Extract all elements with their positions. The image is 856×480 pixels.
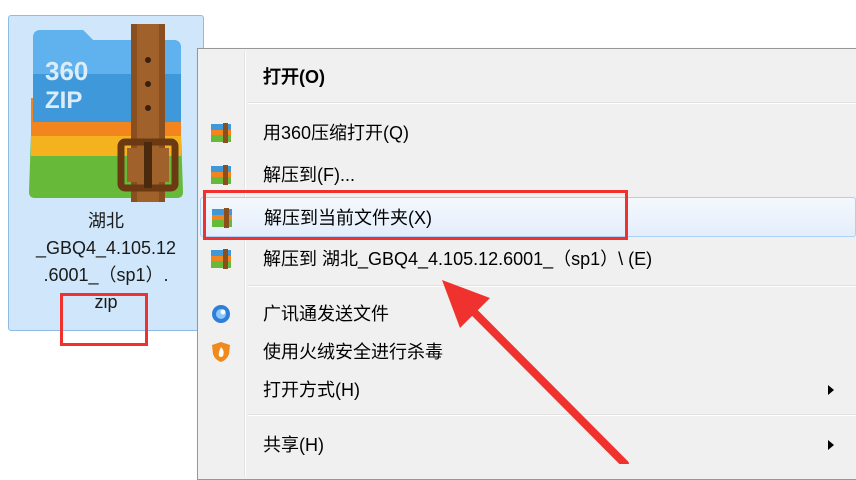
menu-separator	[248, 102, 856, 104]
red-arrow-annotation	[442, 280, 629, 464]
360zip-archive-icon	[211, 123, 231, 143]
svg-text:360: 360	[45, 56, 88, 86]
extension-annotation-box	[60, 293, 148, 346]
menu-item-label: 解压到(F)...	[263, 165, 355, 185]
menu-item-label: 打开方式(H)	[263, 380, 360, 400]
360zip-archive-icon	[211, 165, 231, 185]
extract-here-annotation-box	[203, 190, 628, 240]
guangxuntong-icon	[212, 305, 230, 323]
menu-item-label: 共享(H)	[263, 435, 324, 455]
menu-item-label: 用360压缩打开(Q)	[263, 123, 410, 143]
submenu-arrow-icon	[828, 440, 834, 450]
menu-item-label: 打开(O)	[263, 67, 325, 87]
menu-item-open[interactable]: 打开(O)	[200, 57, 856, 97]
zip-file-item[interactable]: 360 ZIP 湖北 _GBQ4_4.105.12 .6001_（sp1）. z…	[8, 15, 204, 331]
menu-item-label: 使用火绒安全进行杀毒	[263, 342, 443, 362]
menu-item-extract-to[interactable]: 解压到(F)...	[200, 155, 856, 195]
menu-item-label: 广讯通发送文件	[263, 304, 389, 324]
huorong-shield-icon	[212, 342, 230, 362]
360zip-archive-icon	[211, 249, 231, 269]
menu-item-open-with-360zip[interactable]: 用360压缩打开(Q)	[200, 113, 856, 153]
svg-text:ZIP: ZIP	[45, 87, 82, 114]
360zip-file-icon: 360 ZIP	[29, 24, 183, 202]
submenu-arrow-icon	[828, 385, 834, 395]
